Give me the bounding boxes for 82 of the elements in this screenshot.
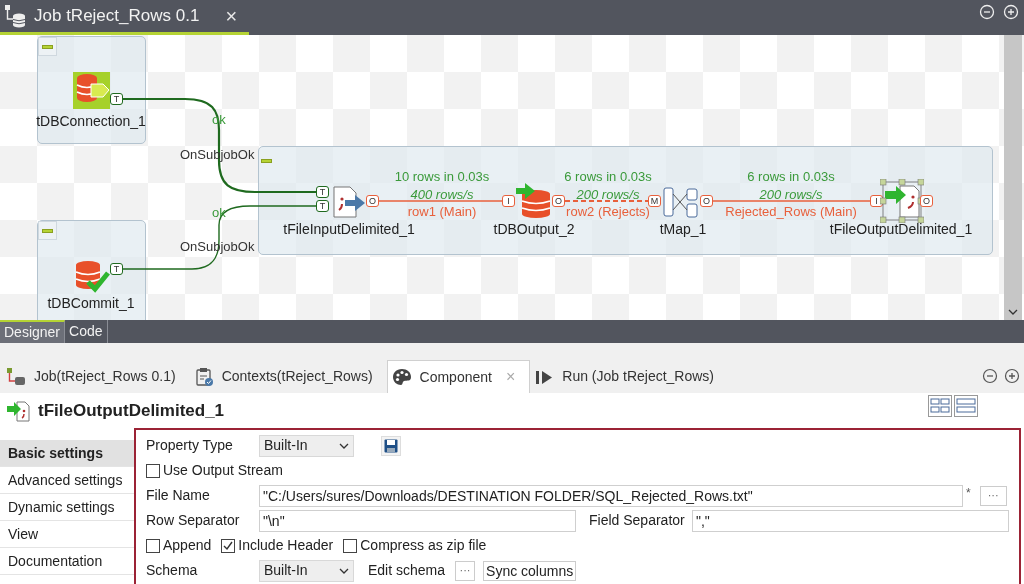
flow-rate: 200 rows/s — [576, 188, 640, 201]
minimize-icon[interactable] — [982, 368, 998, 384]
settings-nav-item[interactable]: Basic settings — [0, 440, 134, 467]
field-label: Field Separator — [589, 511, 686, 530]
connection-port[interactable]: T — [316, 186, 329, 198]
chevron-down-icon[interactable] — [1008, 308, 1018, 316]
database-arrow-icon[interactable] — [516, 182, 552, 218]
flow-rate: 400 rows/s — [410, 188, 474, 201]
panel-tab[interactable]: Component × — [386, 360, 531, 393]
database-check-icon[interactable] — [74, 260, 110, 294]
layout-grid-icon[interactable] — [928, 395, 952, 417]
component-title: tFileOutputDelimited_1 — [38, 399, 225, 422]
panel-tab[interactable]: Contexts(tReject_Rows) — [189, 360, 387, 393]
connection-port[interactable]: O — [920, 195, 933, 207]
view-tab[interactable]: Designer — [0, 320, 66, 343]
connection-port[interactable]: M — [648, 195, 661, 207]
flow-rate: 200 rows/s — [759, 188, 823, 201]
save-button[interactable] — [381, 435, 401, 456]
input-field[interactable]: "\n" — [259, 509, 576, 532]
field-label: Row Separator — [146, 511, 241, 530]
database-plug-icon[interactable] — [73, 72, 110, 109]
palette-icon — [391, 367, 412, 387]
file-output-icon — [6, 399, 30, 422]
component-label[interactable]: tDBOutput_2 — [493, 222, 575, 236]
job-icon — [6, 366, 26, 387]
design-canvas[interactable] — [0, 35, 1024, 320]
component-label[interactable]: tFileOutputDelimited_1 — [829, 222, 973, 236]
field-label: Property Type — [146, 436, 234, 455]
input-field[interactable]: "," — [692, 509, 1009, 532]
flow-label: row1 (Main) — [407, 205, 477, 218]
connection-port[interactable]: I — [502, 195, 515, 207]
maximize-icon[interactable] — [1004, 368, 1020, 384]
connection-port[interactable]: T — [316, 200, 329, 212]
vertical-scrollbar[interactable] — [1004, 35, 1022, 320]
panel-tab[interactable]: Job(tReject_Rows 0.1) — [2, 360, 190, 393]
flow-stats: 10 rows in 0.03s — [394, 170, 490, 183]
component-label[interactable]: tDBCommit_1 — [47, 296, 135, 310]
check-icon — [222, 539, 235, 552]
flow-stats: 6 rows in 0.03s — [747, 170, 835, 183]
connection-port[interactable]: O — [700, 195, 713, 207]
checkbox-label[interactable]: Compress as zip file — [360, 535, 487, 556]
job-icon — [4, 4, 26, 28]
flow-label: row2 (Rejects) — [566, 205, 650, 218]
layout-rows-icon[interactable] — [954, 395, 978, 417]
close-button[interactable]: × — [225, 6, 238, 26]
connection-port[interactable]: T — [110, 93, 123, 105]
dropdown[interactable]: Built-In — [259, 434, 354, 457]
flow-connector[interactable] — [564, 200, 649, 202]
file-arrow-icon[interactable] — [332, 186, 366, 218]
browse-button[interactable]: ··· — [979, 485, 1007, 506]
checkbox-label[interactable]: Include Header — [238, 535, 334, 556]
field-label: Schema — [146, 561, 199, 580]
flow-label: Rejected_Rows (Main) — [725, 205, 857, 218]
checkbox-label[interactable]: Append — [163, 535, 212, 556]
chevron-down-icon — [339, 441, 349, 450]
connection-port[interactable]: O — [552, 195, 565, 207]
required-marker: * — [966, 485, 971, 502]
connection-port[interactable]: O — [366, 195, 379, 207]
component-label[interactable]: tDBConnection_1 — [36, 114, 146, 128]
input-field[interactable]: "C:/Users/sures/Downloads/DESTINATION FOLDER/SQL_Rejected_Rows.txt" — [259, 484, 963, 507]
clipboard-check-icon — [193, 366, 214, 387]
checkbox[interactable] — [146, 463, 160, 478]
checkbox[interactable] — [343, 538, 358, 553]
trigger-label: ok — [212, 206, 226, 219]
field-label: Edit schema — [368, 561, 446, 580]
collapse-toggle[interactable] — [38, 37, 57, 56]
dropdown[interactable]: Built-In — [259, 559, 354, 582]
component-label[interactable]: tFileInputDelimited_1 — [283, 222, 415, 236]
flow-stats: 6 rows in 0.03s — [564, 170, 652, 183]
panel-tab[interactable]: Run (Job tReject_Rows) — [530, 360, 729, 393]
chevron-down-icon — [339, 566, 349, 575]
field-label: File Name — [146, 486, 211, 505]
connection-port[interactable]: T — [110, 263, 123, 275]
sync-columns-button[interactable]: Sync columns — [483, 560, 577, 581]
checkbox-label[interactable]: Use Output Stream — [163, 460, 283, 481]
collapse-toggle[interactable] — [38, 221, 57, 240]
view-tab[interactable]: Code — [65, 320, 108, 343]
edit-schema-button[interactable]: ··· — [455, 560, 476, 581]
mapper-icon[interactable] — [663, 186, 699, 220]
checkbox[interactable] — [221, 538, 236, 553]
checkbox[interactable] — [146, 538, 160, 553]
component-label[interactable]: tMap_1 — [659, 222, 707, 236]
